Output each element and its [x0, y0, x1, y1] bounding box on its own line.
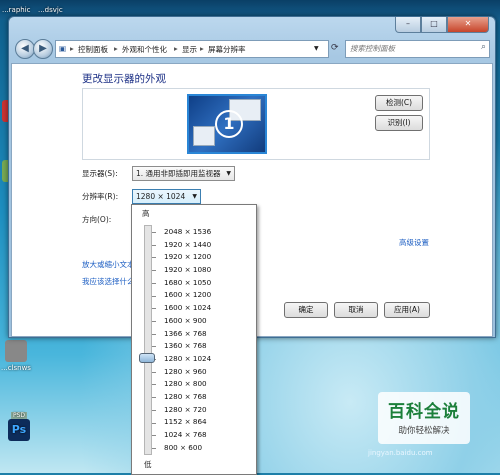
resolution-option[interactable]: 2048 × 1536	[164, 226, 211, 239]
resolution-list: 2048 × 1536 1920 × 1440 1920 × 1200 1920 × …	[164, 226, 211, 454]
watermark-brand: 百科全说	[388, 402, 460, 422]
app-icon	[5, 340, 27, 362]
slider-tick	[152, 308, 156, 310]
chevron-down-icon: ▼	[226, 170, 231, 177]
display-value: 1. 通用非即插即用监视器	[136, 169, 221, 178]
resolution-option[interactable]: 1280 × 960	[164, 366, 211, 379]
slider-tick	[152, 435, 156, 437]
search-icon[interactable]: ⌕	[481, 42, 486, 52]
resolution-option[interactable]: 1360 × 768	[164, 340, 211, 353]
forward-arrow-icon[interactable]: ▶	[33, 39, 53, 59]
orientation-label: 方向(O):	[82, 215, 112, 224]
search-box[interactable]: ⌕	[345, 40, 490, 58]
slider-tick	[152, 295, 156, 297]
navigation-bar: ◀ ▶ ▣ ▸ 控制面板 ▸ 外观和个性化 ▸ 显示 ▸ 屏幕分辨率 ▼ ⟳ ⌕	[9, 37, 495, 61]
back-arrow-icon[interactable]: ◀	[15, 39, 35, 59]
photoshop-file-icon[interactable]: PSD Ps	[2, 412, 36, 443]
monitor-number: 1	[215, 110, 243, 138]
breadcrumb-separator: ▸	[70, 44, 74, 53]
resolution-option[interactable]: 1920 × 1080	[164, 264, 211, 277]
refresh-icon[interactable]: ⟳	[331, 40, 343, 56]
resolution-option[interactable]: 1024 × 768	[164, 429, 211, 442]
slider-tick	[152, 346, 156, 348]
slider-tick	[152, 257, 156, 259]
resolution-value: 1280 × 1024	[136, 192, 186, 201]
slider-tick	[152, 282, 156, 284]
resolution-option[interactable]: 1600 × 1200	[164, 289, 211, 302]
control-panel-icon: ▣	[59, 44, 67, 53]
desktop-label: ...dsvjc	[38, 6, 63, 14]
ok-button[interactable]: 确定	[284, 302, 328, 318]
slider-tick	[152, 409, 156, 411]
slider-tick	[152, 333, 156, 335]
caption-buttons: – □ ✕	[395, 17, 489, 33]
breadcrumb-appearance[interactable]: 外观和个性化	[122, 44, 167, 55]
window-thumbnail	[193, 126, 215, 146]
watermark-badge: 百科全说 助你轻松解决	[378, 392, 470, 444]
breadcrumb-separator: ▸	[114, 44, 118, 53]
desktop-label: ...clsnws	[1, 364, 31, 372]
cancel-button[interactable]: 取消	[334, 302, 378, 318]
slider-tick	[152, 270, 156, 272]
resolution-option[interactable]: 1366 × 768	[164, 328, 211, 341]
slider-tick	[152, 422, 156, 424]
resolution-option[interactable]: 1280 × 800	[164, 378, 211, 391]
resolution-slider-thumb[interactable]	[139, 353, 155, 363]
breadcrumb-control-panel[interactable]: 控制面板	[78, 44, 108, 55]
resolution-option[interactable]: 800 × 600	[164, 442, 211, 455]
resolution-option[interactable]: 1152 × 864	[164, 416, 211, 429]
choose-help-link[interactable]: 我应该选择什么	[82, 276, 135, 287]
apply-button[interactable]: 应用(A)	[384, 302, 430, 318]
resolution-option[interactable]: 1600 × 900	[164, 315, 211, 328]
address-dropdown-icon[interactable]: ▼	[314, 45, 319, 52]
slider-tick	[152, 384, 156, 386]
slider-tick	[152, 371, 156, 373]
detect-button[interactable]: 检测(C)	[375, 95, 423, 111]
resolution-select[interactable]: 1280 × 1024 ▼	[132, 189, 201, 204]
resolution-option[interactable]: 1920 × 1200	[164, 251, 211, 264]
page-title: 更改显示器的外观	[82, 73, 166, 85]
search-input[interactable]	[346, 41, 470, 55]
maximize-button[interactable]: □	[421, 17, 447, 33]
resolution-option[interactable]: 1680 × 1050	[164, 277, 211, 290]
address-bar[interactable]: ▣ ▸ 控制面板 ▸ 外观和个性化 ▸ 显示 ▸ 屏幕分辨率 ▼	[55, 40, 329, 58]
slider-tick	[152, 232, 156, 233]
display-label: 显示器(S):	[82, 169, 118, 178]
watermark-url: jingyan.baidu.com	[368, 449, 433, 457]
chevron-down-icon: ▼	[192, 193, 197, 200]
resolution-slider-track[interactable]	[144, 225, 152, 455]
close-button[interactable]: ✕	[447, 17, 489, 33]
text-size-link[interactable]: 放大或缩小文本	[82, 259, 135, 270]
slider-tick	[152, 447, 156, 449]
desktop-label: ...raphic	[2, 6, 31, 14]
breadcrumb-display[interactable]: 显示	[182, 44, 197, 55]
monitor-icon[interactable]: 1	[187, 94, 267, 154]
resolution-dropdown: 高 2048 × 1536 1920 × 1440 1920 × 1200 1920 …	[131, 204, 257, 475]
psd-badge: PSD	[11, 412, 27, 419]
slider-tick	[152, 397, 156, 399]
advanced-settings-link[interactable]: 高级设置	[399, 237, 429, 248]
identify-button[interactable]: 识别(I)	[375, 115, 423, 131]
resolution-label: 分辨率(R):	[82, 192, 119, 201]
photoshop-icon: Ps	[8, 419, 30, 441]
display-select[interactable]: 1. 通用非即插即用监视器 ▼	[132, 166, 235, 181]
resolution-option[interactable]: 1280 × 720	[164, 404, 211, 417]
breadcrumb-separator: ▸	[200, 44, 204, 53]
breadcrumb-screen-resolution[interactable]: 屏幕分辨率	[208, 44, 246, 55]
resolution-option[interactable]: 1600 × 1024	[164, 302, 211, 315]
breadcrumb-separator: ▸	[174, 44, 178, 53]
minimize-button[interactable]: –	[395, 17, 421, 33]
monitor-preview-box: 1 检测(C) 识别(I)	[82, 88, 430, 160]
slider-low-label: 低	[144, 460, 152, 469]
resolution-option[interactable]: 1280 × 768	[164, 391, 211, 404]
resolution-option[interactable]: 1280 × 1024	[164, 353, 211, 366]
resolution-option[interactable]: 1920 × 1440	[164, 239, 211, 252]
desktop-shortcut[interactable]: ...clsnws	[0, 340, 36, 372]
slider-tick	[152, 244, 156, 246]
slider-high-label: 高	[142, 209, 150, 218]
watermark-tagline: 助你轻松解决	[398, 426, 450, 436]
slider-tick	[152, 320, 156, 322]
